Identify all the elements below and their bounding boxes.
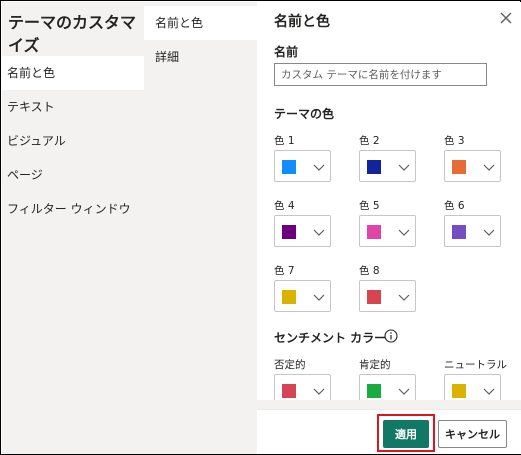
color-7-dropdown[interactable]	[274, 280, 331, 312]
color-2-label: 色 2	[359, 135, 380, 147]
chevron-down-icon	[483, 229, 495, 236]
close-icon[interactable]	[498, 10, 514, 26]
color-4-label: 色 4	[274, 200, 295, 212]
negative-color-swatch	[282, 384, 296, 398]
negative-color-label: 否定的	[274, 359, 306, 371]
color-1-dropdown[interactable]	[274, 150, 331, 182]
color-3-label: 色 3	[444, 135, 465, 147]
nav-item-visuals[interactable]: ビジュアル	[2, 124, 144, 158]
color-7-swatch	[282, 290, 296, 304]
chevron-down-icon	[483, 164, 495, 171]
content-panel: 名前と色 名前 テーマの色 色 1 色 2 色 3 色 4 色 5 色 6 色 7 色 8 セ…	[257, 2, 521, 454]
dialog-title: テーマのカスタマイズ	[8, 13, 137, 55]
subnav-item-advanced[interactable]: 詳細	[144, 40, 257, 74]
nav-item-name-and-colors[interactable]: 名前と色	[2, 56, 144, 90]
theme-name-input[interactable]	[274, 63, 487, 86]
chevron-down-icon	[398, 388, 410, 395]
color-1-label: 色 1	[274, 135, 295, 147]
sub-navigation: 名前と色 詳細	[144, 2, 257, 454]
theme-customization-dialog: テーマのカスタマイズ 名前と色 テキスト ビジュアル ページ フィルター ウィン…	[0, 0, 521, 455]
info-icon[interactable]	[384, 329, 398, 343]
sentiment-colors-heading: センチメント カラー	[274, 331, 387, 345]
color-4-swatch	[282, 225, 296, 239]
left-navigation: テーマのカスタマイズ 名前と色 テキスト ビジュアル ページ フィルター ウィン…	[2, 2, 144, 454]
color-5-label: 色 5	[359, 200, 380, 212]
color-8-label: 色 8	[359, 265, 380, 277]
color-3-dropdown[interactable]	[444, 150, 501, 182]
color-4-dropdown[interactable]	[274, 215, 331, 247]
nav-item-text[interactable]: テキスト	[2, 90, 144, 124]
color-3-swatch	[452, 160, 466, 174]
name-label: 名前	[274, 45, 299, 59]
chevron-down-icon	[313, 388, 325, 395]
footer-divider	[257, 409, 521, 410]
neutral-color-swatch	[452, 384, 466, 398]
color-6-dropdown[interactable]	[444, 215, 501, 247]
subnav-item-name-and-colors[interactable]: 名前と色	[144, 6, 257, 40]
positive-color-label: 肯定的	[359, 359, 391, 371]
theme-colors-heading: テーマの色	[274, 107, 335, 121]
color-6-label: 色 6	[444, 200, 465, 212]
color-2-swatch	[367, 160, 381, 174]
positive-color-swatch	[367, 384, 381, 398]
color-8-swatch	[367, 290, 381, 304]
chevron-down-icon	[313, 294, 325, 301]
chevron-down-icon	[398, 164, 410, 171]
chevron-down-icon	[483, 388, 495, 395]
color-6-swatch	[452, 225, 466, 239]
scroll-fade	[257, 400, 521, 409]
color-7-label: 色 7	[274, 265, 295, 277]
cancel-button[interactable]: キャンセル	[438, 420, 507, 448]
color-5-dropdown[interactable]	[359, 215, 416, 247]
panel-title: 名前と色	[274, 14, 330, 30]
color-8-dropdown[interactable]	[359, 280, 416, 312]
scroll-area[interactable]: 名前と色 名前 テーマの色 色 1 色 2 色 3 色 4 色 5 色 6 色 7 色 8 セ…	[257, 2, 521, 409]
color-5-swatch	[367, 225, 381, 239]
apply-button[interactable]: 適用	[383, 420, 429, 448]
nav-item-filter-pane[interactable]: フィルター ウィンドウ	[2, 192, 144, 226]
chevron-down-icon	[313, 229, 325, 236]
chevron-down-icon	[398, 294, 410, 301]
nav-item-page[interactable]: ページ	[2, 158, 144, 192]
color-1-swatch	[282, 160, 296, 174]
chevron-down-icon	[313, 164, 325, 171]
chevron-down-icon	[398, 229, 410, 236]
neutral-color-label: ニュートラル	[444, 359, 507, 371]
color-2-dropdown[interactable]	[359, 150, 416, 182]
